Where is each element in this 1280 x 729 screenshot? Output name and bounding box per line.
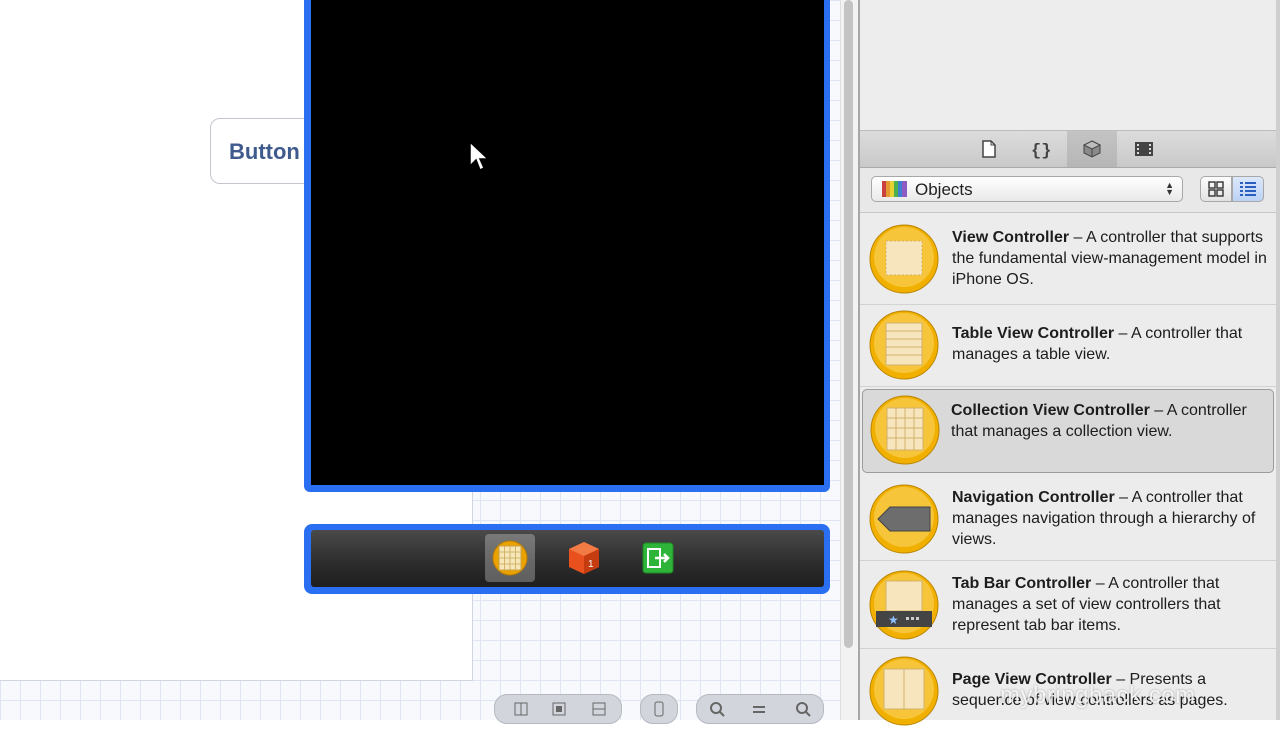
zoom-out-icon[interactable]: [709, 701, 725, 717]
library-category-popup[interactable]: Objects ▲ ▼: [871, 176, 1183, 202]
resolve-icon[interactable]: [591, 701, 607, 717]
list-item-text: Tab Bar Controller – A controller that m…: [952, 573, 1268, 636]
library-category-label: Objects: [915, 180, 973, 199]
list-item-table-view-controller[interactable]: Table View Controller – A controller tha…: [860, 305, 1276, 387]
storyboard-canvas[interactable]: Button 1: [0, 0, 858, 724]
svg-text:{}: {}: [1031, 142, 1051, 159]
view-controller-view[interactable]: [311, 0, 824, 485]
svg-text:1: 1: [588, 559, 594, 570]
list-item-text: Table View Controller – A controller tha…: [952, 323, 1268, 365]
list-view-button[interactable]: [1232, 176, 1264, 202]
library-scrollbar[interactable]: [1276, 0, 1280, 720]
list-item-navigation-controller[interactable]: Navigation Controller – A controller tha…: [860, 475, 1276, 561]
utilities-panel: {} Objects ▲ ▼ View Controller – A contr…: [860, 0, 1280, 726]
file-template-icon: [982, 140, 996, 158]
dock-collection-view-controller[interactable]: [485, 534, 535, 582]
tab-file-template-library[interactable]: [964, 131, 1014, 167]
view-controller-icon: [869, 224, 939, 294]
popup-arrows-icon: ▲ ▼: [1165, 180, 1174, 197]
library-tab-bar: {}: [860, 131, 1276, 168]
list-item-view-controller[interactable]: View Controller – A controller that supp…: [860, 213, 1276, 305]
item-title: Tab Bar Controller: [952, 575, 1092, 592]
tab-bar-controller-icon: ★: [869, 570, 939, 640]
selected-view-controller-frame[interactable]: [304, 0, 830, 492]
first-responder-icon: 1: [569, 542, 599, 574]
list-view-icon: [1240, 182, 1256, 196]
scene-dock-frame: 1: [304, 524, 830, 594]
item-title: Table View Controller: [952, 325, 1115, 342]
navigation-controller-icon: [869, 484, 939, 554]
pin-icon[interactable]: [551, 701, 567, 717]
media-icon: [1135, 142, 1153, 156]
dock-exit[interactable]: [633, 534, 683, 582]
button-label: Button: [229, 139, 300, 164]
list-item-text: Navigation Controller – A controller tha…: [952, 487, 1268, 550]
zoom-fit-icon[interactable]: [751, 701, 767, 717]
dock-first-responder[interactable]: 1: [559, 534, 609, 582]
item-title: Collection View Controller: [951, 402, 1150, 419]
item-title: Navigation Controller: [952, 489, 1115, 506]
table-view-controller-icon: [869, 310, 939, 380]
exit-icon: [642, 542, 674, 574]
tab-object-library[interactable]: [1067, 131, 1117, 167]
item-title: View Controller: [952, 229, 1070, 246]
list-item-text: Collection View Controller – A controlle…: [951, 400, 1265, 442]
canvas-scroll-thumb[interactable]: [844, 0, 853, 648]
page-view-controller-icon: [869, 656, 939, 726]
tab-media-library[interactable]: [1119, 131, 1169, 167]
mouse-pointer-icon: [469, 140, 490, 172]
object-cube-icon: [1082, 140, 1102, 158]
watermark-logo: mybringback.com: [1000, 682, 1196, 709]
svg-text:★: ★: [888, 613, 899, 627]
collection-view-controller-icon: [492, 540, 528, 576]
tab-code-snippet-library[interactable]: {}: [1016, 131, 1066, 167]
device-icon: [651, 701, 667, 717]
object-library-list[interactable]: View Controller – A controller that supp…: [860, 213, 1276, 726]
align-icon[interactable]: [513, 701, 529, 717]
inspector-area: [860, 0, 1276, 131]
zoom-in-icon[interactable]: [795, 701, 811, 717]
scene-dock: 1: [311, 530, 824, 587]
list-item-collection-view-controller[interactable]: Collection View Controller – A controlle…: [862, 389, 1274, 473]
code-snippet-icon: {}: [1031, 142, 1051, 159]
collection-view-controller-icon: [870, 395, 940, 465]
grid-view-icon: [1208, 181, 1224, 197]
objects-library-icon: [882, 181, 907, 197]
library-filter-bar: Objects ▲ ▼: [860, 168, 1276, 213]
list-item-text: View Controller – A controller that supp…: [952, 227, 1268, 290]
list-item-tab-bar-controller[interactable]: ★ Tab Bar Controller – A controller that…: [860, 561, 1276, 649]
grid-view-button[interactable]: [1200, 176, 1232, 202]
